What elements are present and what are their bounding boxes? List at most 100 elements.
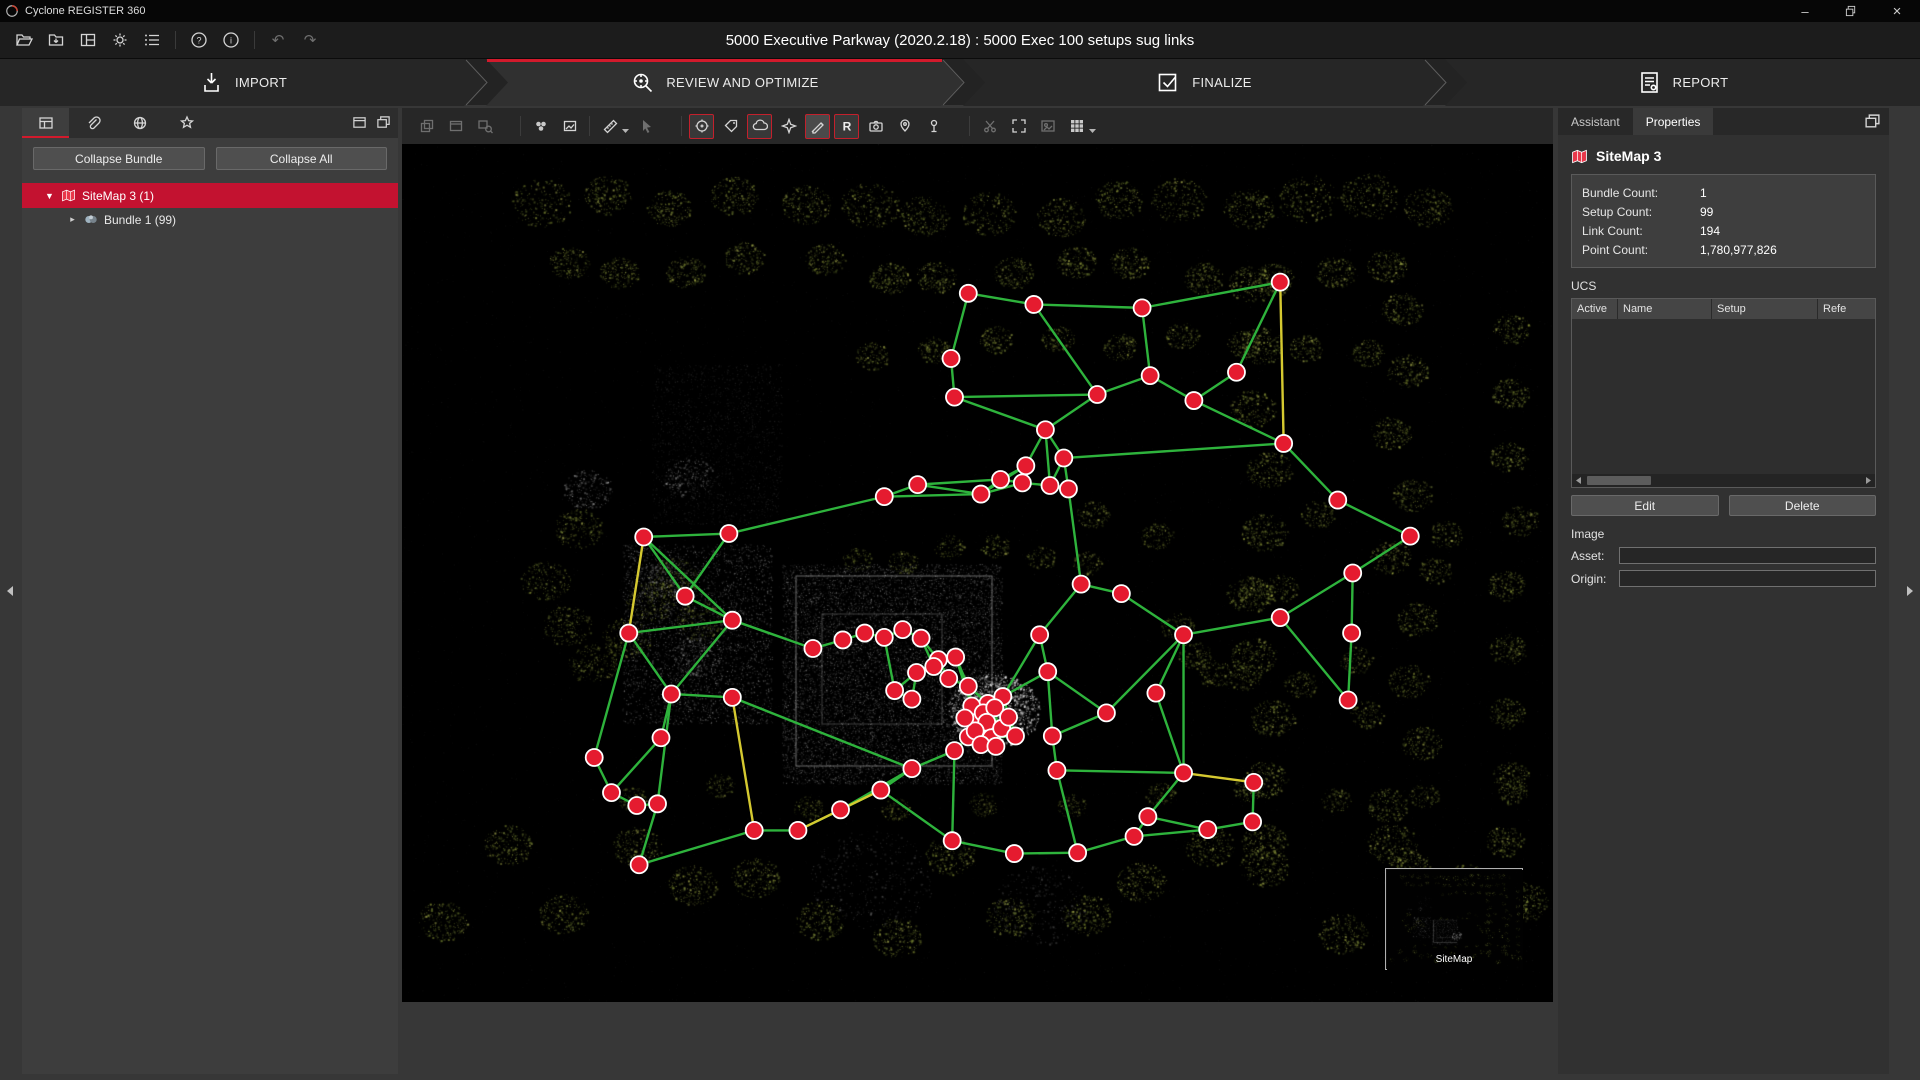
setup-link-line[interactable] [732, 697, 912, 768]
setup-node[interactable] [1139, 808, 1156, 825]
setup-node[interactable] [1142, 367, 1159, 384]
setup-node[interactable] [946, 742, 963, 759]
setup-node[interactable] [1185, 392, 1202, 409]
open-project-button[interactable] [13, 29, 35, 51]
thumbnails-button[interactable] [1035, 114, 1060, 139]
setup-node[interactable] [1006, 845, 1023, 862]
expand-right-panel-arrow[interactable] [1902, 582, 1918, 600]
setup-node[interactable] [677, 588, 694, 605]
labels-toggle[interactable] [718, 114, 743, 139]
close-button[interactable]: × [1874, 0, 1920, 22]
setup-link-line[interactable] [952, 841, 1014, 854]
tab-sitemaps-tree[interactable] [22, 108, 69, 138]
setup-node[interactable] [804, 640, 821, 657]
setup-node[interactable] [1244, 813, 1261, 830]
fit-view-button[interactable] [1006, 114, 1031, 139]
setup-node[interactable] [1275, 435, 1292, 452]
setup-node[interactable] [1340, 691, 1357, 708]
setup-node[interactable] [620, 625, 637, 642]
auto-link-toggle[interactable]: R [834, 114, 859, 139]
ucs-horizontal-scrollbar[interactable] [1572, 474, 1875, 487]
setup-link-line[interactable] [1034, 304, 1097, 394]
caret-expanded-icon[interactable]: ▼ [44, 191, 55, 201]
setup-node[interactable] [1014, 474, 1031, 491]
setup-link-line[interactable] [685, 534, 729, 597]
tab-marks[interactable] [163, 108, 210, 138]
setup-link-line[interactable] [732, 620, 813, 648]
setup-node[interactable] [872, 782, 889, 799]
help-button[interactable]: ? [188, 29, 210, 51]
setup-link-line[interactable] [1236, 282, 1280, 372]
setup-link-line[interactable] [1142, 282, 1280, 308]
setup-node[interactable] [1175, 626, 1192, 643]
setup-link-line[interactable] [968, 293, 1034, 304]
setup-link-line[interactable] [1057, 770, 1078, 852]
setup-link-line[interactable] [1121, 594, 1183, 635]
dropdown-caret-icon[interactable] [622, 129, 629, 134]
setup-link-line[interactable] [639, 830, 754, 864]
setup-node[interactable] [1025, 296, 1042, 313]
setup-link-line[interactable] [884, 494, 981, 497]
setup-node[interactable] [1329, 492, 1346, 509]
setup-node[interactable] [992, 471, 1009, 488]
maximize-button[interactable] [1828, 0, 1874, 22]
setup-link-line[interactable] [954, 397, 1045, 430]
draw-link-toggle[interactable] [805, 114, 830, 139]
setup-node[interactable] [946, 389, 963, 406]
setup-node[interactable] [1060, 480, 1077, 497]
setup-node[interactable] [649, 795, 666, 812]
setup-node[interactable] [1007, 728, 1024, 745]
setup-link-line[interactable] [1338, 500, 1411, 536]
setup-node[interactable] [1175, 764, 1192, 781]
setup-pin-toggle[interactable] [921, 114, 946, 139]
setup-node[interactable] [1402, 528, 1419, 545]
setup-link-line[interactable] [1184, 773, 1254, 782]
setup-node[interactable] [1048, 762, 1065, 779]
setup-link-line[interactable] [1040, 584, 1081, 635]
ucs-column-active[interactable]: Active [1572, 299, 1618, 319]
images-toggle[interactable] [863, 114, 888, 139]
info-button[interactable]: i [220, 29, 242, 51]
import-project-button[interactable] [45, 29, 67, 51]
minimap[interactable]: SiteMap [1385, 868, 1523, 970]
tab-properties[interactable]: Properties [1633, 108, 1714, 135]
collapse-left-panel-arrow[interactable] [2, 582, 18, 600]
setup-link-line[interactable] [629, 620, 733, 633]
float-panel-icon[interactable] [1864, 113, 1881, 130]
tab-review-and-optimize[interactable]: REVIEW AND OPTIMIZE [486, 59, 963, 106]
sitemap-viewport[interactable]: SiteMap [402, 144, 1553, 1002]
duplicate-view-button[interactable] [443, 114, 468, 139]
collapse-all-button[interactable]: Collapse All [216, 147, 388, 170]
setup-link-line[interactable] [1284, 443, 1338, 500]
setup-node[interactable] [1031, 626, 1048, 643]
setup-node[interactable] [1073, 576, 1090, 593]
dropdown-caret-icon[interactable] [1089, 129, 1096, 134]
zoom-window-button[interactable] [472, 114, 497, 139]
setup-link-line[interactable] [1057, 770, 1184, 773]
setup-link-line[interactable] [1194, 401, 1284, 444]
setup-link-line[interactable] [1184, 618, 1281, 635]
setup-node[interactable] [1199, 821, 1216, 838]
setup-link-line[interactable] [954, 395, 1097, 398]
quality-toggle[interactable] [776, 114, 801, 139]
panels-button[interactable] [77, 29, 99, 51]
setup-link-line[interactable] [1034, 304, 1142, 307]
delete-button[interactable]: Delete [1729, 495, 1877, 516]
setup-node[interactable] [1039, 663, 1056, 680]
setup-link-line[interactable] [1353, 536, 1411, 573]
setup-node[interactable] [940, 670, 957, 687]
sitemap-image-button[interactable] [557, 114, 582, 139]
scrollbar-thumb[interactable] [1587, 476, 1651, 485]
setup-link-line[interactable] [732, 697, 754, 830]
setup-node[interactable] [903, 691, 920, 708]
break-link-button[interactable] [977, 114, 1002, 139]
setup-node[interactable] [856, 625, 873, 642]
setup-node[interactable] [943, 350, 960, 367]
setup-node[interactable] [909, 476, 926, 493]
setup-node[interactable] [1017, 457, 1034, 474]
copy-tool-button[interactable] [414, 114, 439, 139]
setup-node[interactable] [746, 822, 763, 839]
dock-panel-icon[interactable] [352, 115, 367, 130]
tab-web[interactable] [116, 108, 163, 138]
setup-node[interactable] [834, 631, 851, 648]
